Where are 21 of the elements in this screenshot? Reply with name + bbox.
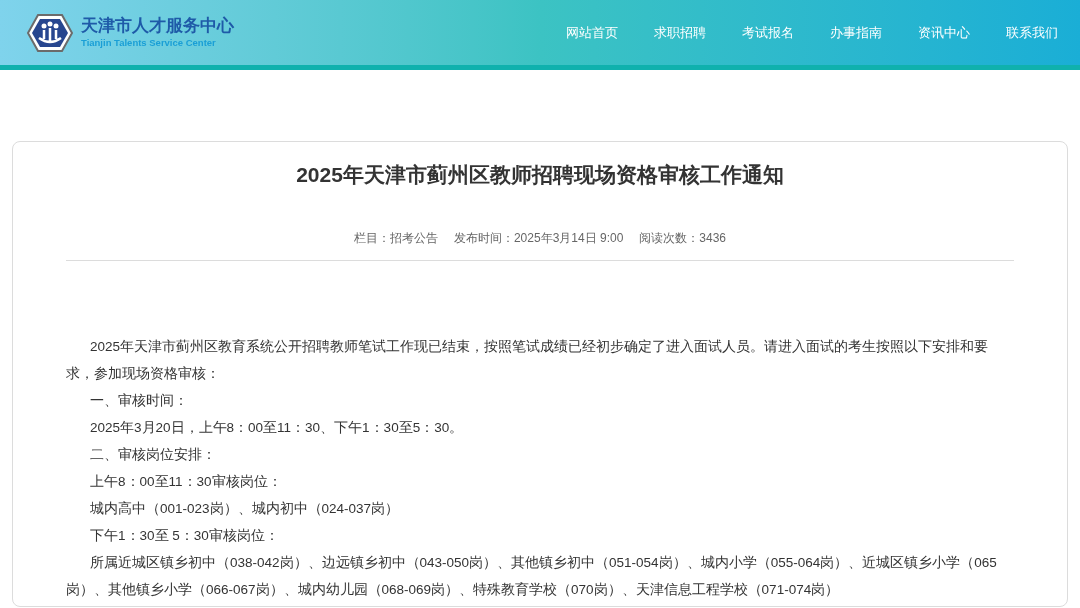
article-paragraph: 下午1：30至 5：30审核岗位： (89, 527, 280, 545)
article-paragraph: 二、审核岗位安排： (89, 446, 217, 464)
article-paragraph: 所属近城区镇乡初中（038-042岗）、边远镇乡初中（043-050岗）、其他镇乡初中（051-054岗）、城内小学（055-064岗）、近城区镇乡小学（065岗）、其他镇乡小学（066-067岗）、城内幼儿园（068-069岗）、特殊教育学校（070岗）、天津信息工程学校（071-074岗） (66, 554, 998, 599)
nav-link[interactable]: 考试报名 (724, 22, 812, 43)
article-paragraph: 一、审核时间： (89, 392, 189, 410)
article-meta: 阅读次数：3436 (639, 230, 727, 247)
site-name-english: Tianjin Talents Service Center (81, 35, 217, 50)
site-name: 天津市人才服务中心 (81, 15, 234, 36)
nav-link[interactable]: 网站首页 (548, 22, 636, 43)
article-paragraph: 2025年3月20日，上午8：00至11：30、下午1：30至5：30。 (89, 419, 465, 437)
article-meta: 发布时间：2025年3月14日 9:00 (453, 230, 624, 247)
nav-link[interactable]: 资讯中心 (900, 22, 988, 43)
nav-link[interactable]: 办事指南 (812, 22, 900, 43)
nav-link[interactable]: 求职招聘 (636, 22, 724, 43)
article-paragraph: 城内高中（001-023岗）、城内初中（024-037岗） (89, 500, 401, 518)
nav-link[interactable]: 联系我们 (988, 22, 1076, 43)
article-paragraph: 上午8：00至11：30审核岗位： (89, 473, 283, 491)
article-meta: 栏目：招考公告 (353, 230, 438, 247)
article-title: 2025年天津市蓟州区教师招聘现场资格审核工作通知 (295, 162, 785, 188)
article-paragraph: 2025年天津市蓟州区教育系统公开招聘教师笔试工作现已结束，按照笔试成绩已经初步确定了进入面试人员。请进入面试的考生按照以下安排和要求，参加现场资格审核： (66, 338, 990, 383)
logo-icon (27, 13, 73, 52)
